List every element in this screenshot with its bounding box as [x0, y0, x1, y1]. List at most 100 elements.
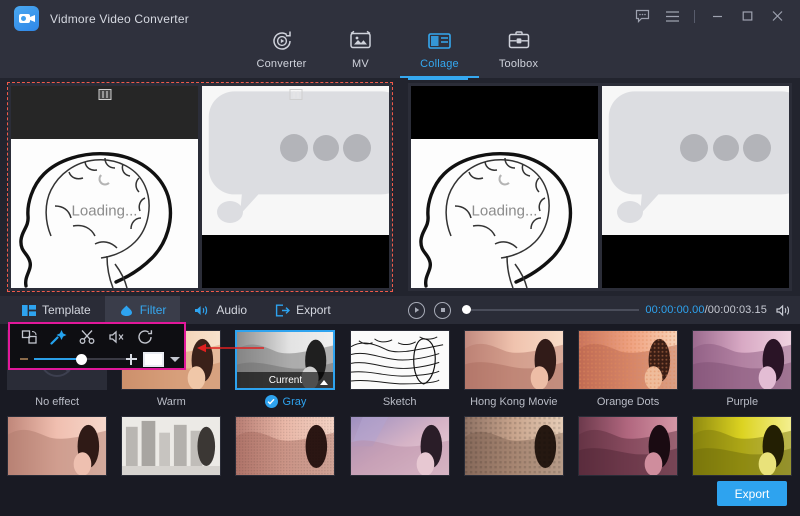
- filter-item-purple[interactable]: Purple: [685, 330, 799, 408]
- filter-preview-image: [122, 417, 220, 476]
- filter-thumbnail[interactable]: [578, 330, 678, 390]
- filter-label-row: Gray: [265, 395, 307, 408]
- editor-tabbar: Template Filter Audio Export: [0, 296, 800, 324]
- check-icon: [265, 395, 278, 408]
- volume-icon[interactable]: [776, 304, 792, 317]
- nav-item-toolbox[interactable]: Toolbox: [479, 25, 558, 78]
- filter-preview-image: [236, 417, 334, 476]
- nav-label: Converter: [256, 58, 306, 70]
- filter-drop-icon: [119, 304, 134, 317]
- collage-icon: [427, 28, 452, 54]
- title-bar: Vidmore Video Converter: [0, 0, 800, 78]
- play-circle-icon[interactable]: [408, 302, 425, 319]
- zoom-slider-knob[interactable]: [76, 354, 87, 365]
- clip-toolbar-icons: [20, 328, 155, 346]
- filter-thumbnail[interactable]: [464, 330, 564, 390]
- chat-bubble-illustration: [202, 86, 389, 288]
- zoom-out-button[interactable]: [20, 358, 28, 360]
- filter-item-yellow[interactable]: [685, 416, 799, 476]
- filter-thumbnail[interactable]: [7, 416, 107, 476]
- tab-label: Template: [42, 303, 91, 317]
- collage-edit-pane: Loading...: [0, 78, 400, 296]
- filter-thumbnail[interactable]: [578, 416, 678, 476]
- tab-template[interactable]: Template: [8, 296, 105, 324]
- filter-thumbnail[interactable]: [350, 330, 450, 390]
- template-icon: [22, 304, 36, 317]
- playback-progress-slider[interactable]: [462, 303, 639, 317]
- filter-item-sepia[interactable]: [457, 416, 571, 476]
- export-button[interactable]: Export: [717, 481, 787, 506]
- film-strip-icon[interactable]: [289, 89, 302, 100]
- filter-item-orange-dots[interactable]: Orange Dots: [571, 330, 685, 408]
- rotate-icon[interactable]: [136, 328, 155, 346]
- zoom-slider-row: [20, 350, 180, 368]
- clip-toolbar: [8, 322, 186, 370]
- loading-label: Loading...: [472, 203, 538, 220]
- tab-group: Template Filter Audio Export: [8, 296, 345, 324]
- filter-preview-image: [465, 417, 563, 476]
- current-time: 00:00:00.00: [645, 304, 704, 316]
- filter-preview-image: [465, 331, 563, 390]
- audio-icon: [194, 304, 210, 317]
- chat-bubble-illustration: [602, 86, 789, 288]
- tab-label: Audio: [216, 303, 247, 317]
- nav-item-collage[interactable]: Collage: [400, 25, 479, 78]
- loading-label: Loading...: [72, 203, 138, 220]
- filter-thumbnail[interactable]: [350, 416, 450, 476]
- tab-export[interactable]: Export: [261, 296, 345, 324]
- filter-thumbnail[interactable]: [235, 416, 335, 476]
- collage-output-canvas[interactable]: Loading...: [408, 83, 792, 291]
- filter-item-pink[interactable]: [0, 416, 114, 476]
- filter-label: Sketch: [383, 396, 417, 408]
- collage-output-pane: Loading...: [400, 78, 800, 296]
- tab-label: Filter: [140, 303, 167, 317]
- nav-label: Collage: [420, 58, 459, 70]
- filter-thumbnail[interactable]: [692, 330, 792, 390]
- zoom-in-button[interactable]: [126, 354, 135, 365]
- brain-illustration: [11, 86, 198, 288]
- mv-icon: [348, 28, 373, 54]
- filter-label: Orange Dots: [597, 396, 659, 408]
- preview-area: Loading...: [0, 78, 800, 296]
- film-strip-icon[interactable]: [98, 89, 111, 100]
- filter-item-rose[interactable]: [228, 416, 342, 476]
- zoom-slider[interactable]: [34, 352, 118, 366]
- filter-preview-image: [579, 417, 677, 476]
- collage-edit-canvas[interactable]: Loading...: [8, 83, 392, 291]
- scissors-icon[interactable]: [78, 328, 97, 346]
- mute-icon[interactable]: [107, 328, 126, 346]
- converter-icon: [270, 28, 294, 54]
- main-nav: Converter MV Collage Toolb: [0, 25, 800, 78]
- stop-circle-icon[interactable]: [434, 302, 451, 319]
- crop-icon[interactable]: [20, 328, 39, 346]
- filter-preview-image: [8, 417, 106, 476]
- chevron-down-icon[interactable]: [170, 357, 180, 362]
- collage-cell-1[interactable]: Loading...: [11, 86, 198, 288]
- filter-item-violet[interactable]: [343, 416, 457, 476]
- filter-row-2: [0, 416, 800, 476]
- filter-item-sketch[interactable]: Sketch: [343, 330, 457, 408]
- filter-preview-image: [693, 331, 791, 390]
- filter-preview-image: [351, 417, 449, 476]
- filter-thumbnail[interactable]: [121, 416, 221, 476]
- filter-preview-image: [579, 331, 677, 390]
- filter-item-plum[interactable]: [571, 416, 685, 476]
- tab-audio[interactable]: Audio: [180, 296, 261, 324]
- nav-item-converter[interactable]: Converter: [242, 25, 321, 78]
- filter-item-city[interactable]: [114, 416, 228, 476]
- collage-cell-2[interactable]: [202, 86, 389, 288]
- filter-thumbnail[interactable]: [692, 416, 792, 476]
- current-badge: Current: [237, 372, 333, 388]
- filter-thumbnail[interactable]: [464, 416, 564, 476]
- nav-item-mv[interactable]: MV: [321, 25, 400, 78]
- magic-wand-icon[interactable]: [49, 328, 68, 346]
- toolbox-icon: [507, 28, 531, 54]
- nav-label: MV: [352, 58, 369, 70]
- filter-item-hong-kong-movie[interactable]: Hong Kong Movie: [457, 330, 571, 408]
- filter-item-gray[interactable]: Current Gray: [228, 330, 342, 408]
- divider: [694, 10, 695, 23]
- playhead-knob[interactable]: [462, 305, 471, 314]
- tab-filter[interactable]: Filter: [105, 296, 181, 324]
- filter-thumbnail[interactable]: Current: [235, 330, 335, 390]
- aspect-ratio-icon[interactable]: [143, 352, 164, 367]
